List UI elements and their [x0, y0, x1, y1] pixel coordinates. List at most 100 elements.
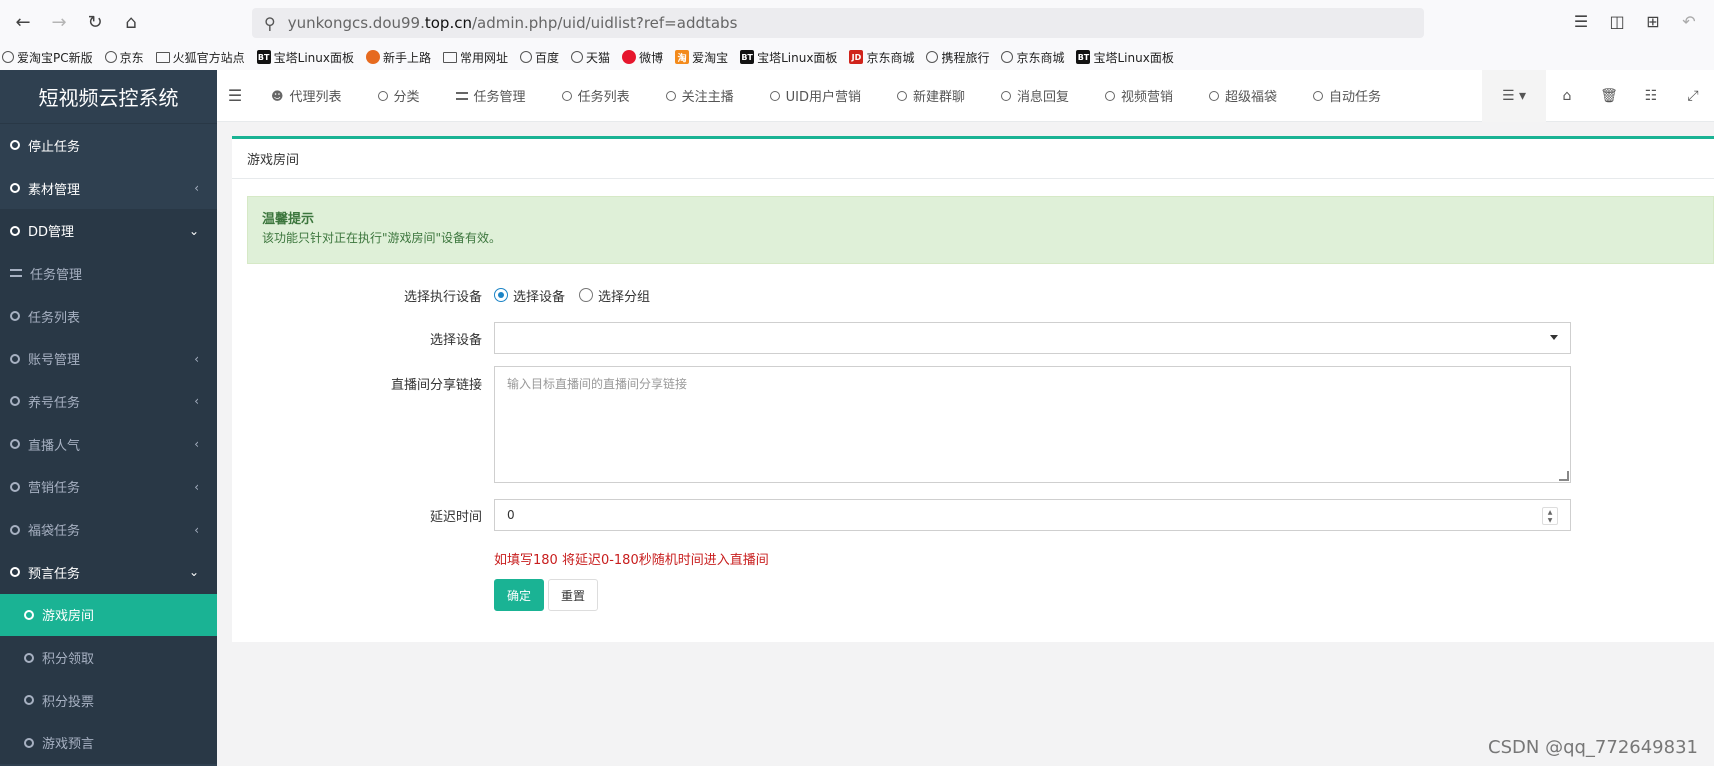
radio-select-group[interactable] — [579, 288, 594, 302]
tab-video-marketing[interactable]: 视频营销 — [1087, 70, 1191, 122]
address-bar[interactable]: ⚲ yunkongcs.dou99. top.cn/admin.php/uid/u… — [252, 8, 1424, 38]
sidebar-item-nurture[interactable]: 养号任务 ‹ — [0, 380, 217, 423]
url-prefix: yunkongcs.dou99. — [287, 14, 425, 32]
tab-task-manage[interactable]: 任务管理 — [438, 70, 544, 122]
bookmark-item[interactable]: 京东 — [104, 49, 144, 66]
sidebar-item-accounts[interactable]: 账号管理 ‹ — [0, 337, 217, 381]
circle-icon — [1105, 90, 1115, 101]
sidebar-item-label: 积分投票 — [42, 694, 95, 710]
circle-icon — [896, 90, 907, 101]
bookmark-item[interactable]: 携程旅行 — [926, 49, 989, 66]
search-icon: ⚲ — [264, 13, 276, 33]
submit-button[interactable]: 确定 — [494, 579, 545, 611]
number-spinner-icon[interactable]: ▲ ▼ — [1542, 507, 1558, 525]
home-icon[interactable]: ⌂ — [118, 9, 144, 35]
sidebar-item-task-manage[interactable]: 任务管理 — [0, 252, 217, 295]
sidebar-item-game-prediction[interactable]: 游戏预言 — [0, 721, 217, 765]
sidebar-item-live-popularity[interactable]: 直播人气 ‹ — [0, 422, 217, 466]
reset-button[interactable]: 重置 — [548, 579, 599, 611]
bookmark-item[interactable]: JD 京东商城 — [849, 49, 914, 66]
tab-category[interactable]: 分类 — [360, 70, 438, 122]
bookmark-item[interactable]: 天猫 — [571, 49, 610, 66]
share-link-textarea[interactable]: 输入目标直播间的直播间分享链接 — [494, 366, 1571, 483]
tab-label: 消息回复 — [1016, 90, 1069, 105]
bookmark-item[interactable]: 爱淘宝PC新版 — [2, 49, 93, 66]
circle-icon — [24, 609, 34, 620]
circle-icon — [24, 652, 34, 663]
folder-icon — [155, 51, 170, 63]
sidebar-item-lucky-bag[interactable]: 福袋任务 ‹ — [0, 508, 217, 551]
sidebar-item-points-vote[interactable]: 积分投票 — [0, 678, 217, 722]
bookmark-item[interactable]: 微博 — [622, 49, 663, 66]
tab-label: 视频营销 — [1121, 90, 1174, 105]
fullscreen-icon[interactable]: ⤢ — [1672, 70, 1714, 122]
sidebar-item-marketing[interactable]: 营销任务 ‹ — [0, 465, 217, 509]
tab-task-list[interactable]: 任务列表 — [544, 70, 648, 122]
tab-bar-actions: ☰ ▾ ⌂ 🗑 ☷ ⤢ — [1482, 70, 1714, 122]
delay-input[interactable]: 0 ▲ ▼ — [494, 499, 1571, 531]
translate-icon[interactable]: ☷ — [1630, 70, 1672, 122]
chevron-left-icon: ‹ — [194, 479, 199, 494]
circle-icon — [1313, 90, 1324, 101]
bookmark-item[interactable]: BT 宝塔Linux面板 — [740, 49, 837, 66]
bookmark-item[interactable]: 火狐官方站点 — [155, 49, 245, 66]
bookmark-item[interactable]: 京东商城 — [1001, 49, 1064, 66]
bookmark-label: 宝塔Linux面板 — [273, 50, 354, 65]
bookmark-item[interactable]: 新手上路 — [366, 49, 431, 66]
bt-icon: BT — [256, 50, 271, 64]
sidebar-item-label: 游戏房间 — [42, 609, 95, 625]
sidebar-item-dd[interactable]: DD管理 ⌄ — [0, 209, 217, 253]
globe-icon — [926, 51, 939, 63]
sidebar-toggle-icon[interactable]: ◫ — [1606, 8, 1628, 34]
trash-icon[interactable]: 🗑 — [1588, 70, 1630, 122]
bookmark-item[interactable]: 常用网址 — [443, 49, 508, 66]
sidebar-item-game-room[interactable]: 游戏房间 — [0, 593, 217, 637]
chevron-left-icon: ‹ — [194, 351, 199, 366]
crop-icon[interactable]: ⊞ — [1642, 8, 1664, 34]
radio-select-group-label[interactable]: 选择分组 — [598, 286, 650, 305]
hamburger-icon[interactable]: ☰ — [217, 70, 253, 122]
tab-uid-marketing[interactable]: UID用户营销 — [752, 70, 879, 122]
circle-icon — [24, 737, 34, 748]
sidebar: 短视频云控系统 停止任务 素材管理 ‹ DD管理 ⌄ 任务管理 任务列表 账号管… — [0, 70, 217, 766]
tab-new-group-chat[interactable]: 新建群聊 — [879, 70, 983, 122]
exec-target-label: 选择执行设备 — [403, 289, 482, 305]
tab-label: UID用户营销 — [785, 90, 861, 105]
sidebar-item-label: 养号任务 — [28, 395, 81, 411]
sidebar-item-material[interactable]: 素材管理 ‹ — [0, 167, 217, 210]
device-select[interactable] — [494, 322, 1571, 354]
sidebar-item-prediction[interactable]: 预言任务 ⌄ — [0, 550, 217, 594]
sidebar-item-points-claim[interactable]: 积分领取 — [0, 636, 217, 679]
bookmark-item[interactable]: BT 宝塔Linux面板 — [1076, 49, 1174, 66]
tab-message-reply[interactable]: 消息回复 — [983, 70, 1087, 122]
content-panel: 游戏房间 温馨提示 该功能只针对正在执行"游戏房间"设备有效。 选择执行设备 选… — [232, 136, 1714, 642]
bookmark-item[interactable]: 淘爱淘宝 — [675, 49, 728, 66]
bookmark-label: 宝塔Linux面板 — [757, 50, 838, 65]
sidebar-item-stop-task[interactable]: 停止任务 — [0, 124, 217, 167]
library-icon[interactable]: ☰ — [1570, 8, 1592, 34]
tab-follow-streamer[interactable]: 关注主播 — [648, 70, 752, 122]
tab-auto-task[interactable]: 自动任务 — [1295, 70, 1399, 122]
bookmark-item[interactable]: BT 宝塔Linux面板 — [256, 49, 354, 66]
bookmark-label: 百度 — [535, 50, 560, 65]
tab-menu-dropdown-icon[interactable]: ☰ ▾ — [1482, 70, 1546, 122]
resize-handle-icon[interactable] — [1559, 471, 1569, 481]
tab-label: 超级福袋 — [1225, 90, 1278, 105]
bookmark-item[interactable]: 百度 — [520, 49, 559, 66]
tab-super-lucky-bag[interactable]: 超级福袋 — [1191, 70, 1295, 122]
tab-agent-list[interactable]: ☻ 代理列表 — [253, 70, 360, 122]
circle-icon — [10, 567, 20, 578]
home-icon[interactable]: ⌂ — [1546, 70, 1588, 122]
delay-value: 0 — [507, 508, 515, 522]
list-icon — [455, 91, 468, 100]
radio-select-device[interactable] — [494, 288, 508, 302]
reload-icon[interactable]: ↻ — [82, 9, 108, 35]
list-icon — [10, 269, 22, 278]
form-row-exec-target: 选择执行设备 选择设备 选择分组 — [232, 285, 1714, 305]
back-icon[interactable]: ← — [10, 9, 36, 35]
radio-select-device-label[interactable]: 选择设备 — [513, 286, 565, 305]
forward-icon[interactable]: → — [46, 9, 72, 35]
circle-icon — [1209, 90, 1220, 101]
sidebar-item-task-list[interactable]: 任务列表 — [0, 294, 217, 338]
undo-icon[interactable]: ↶ — [1678, 8, 1700, 34]
